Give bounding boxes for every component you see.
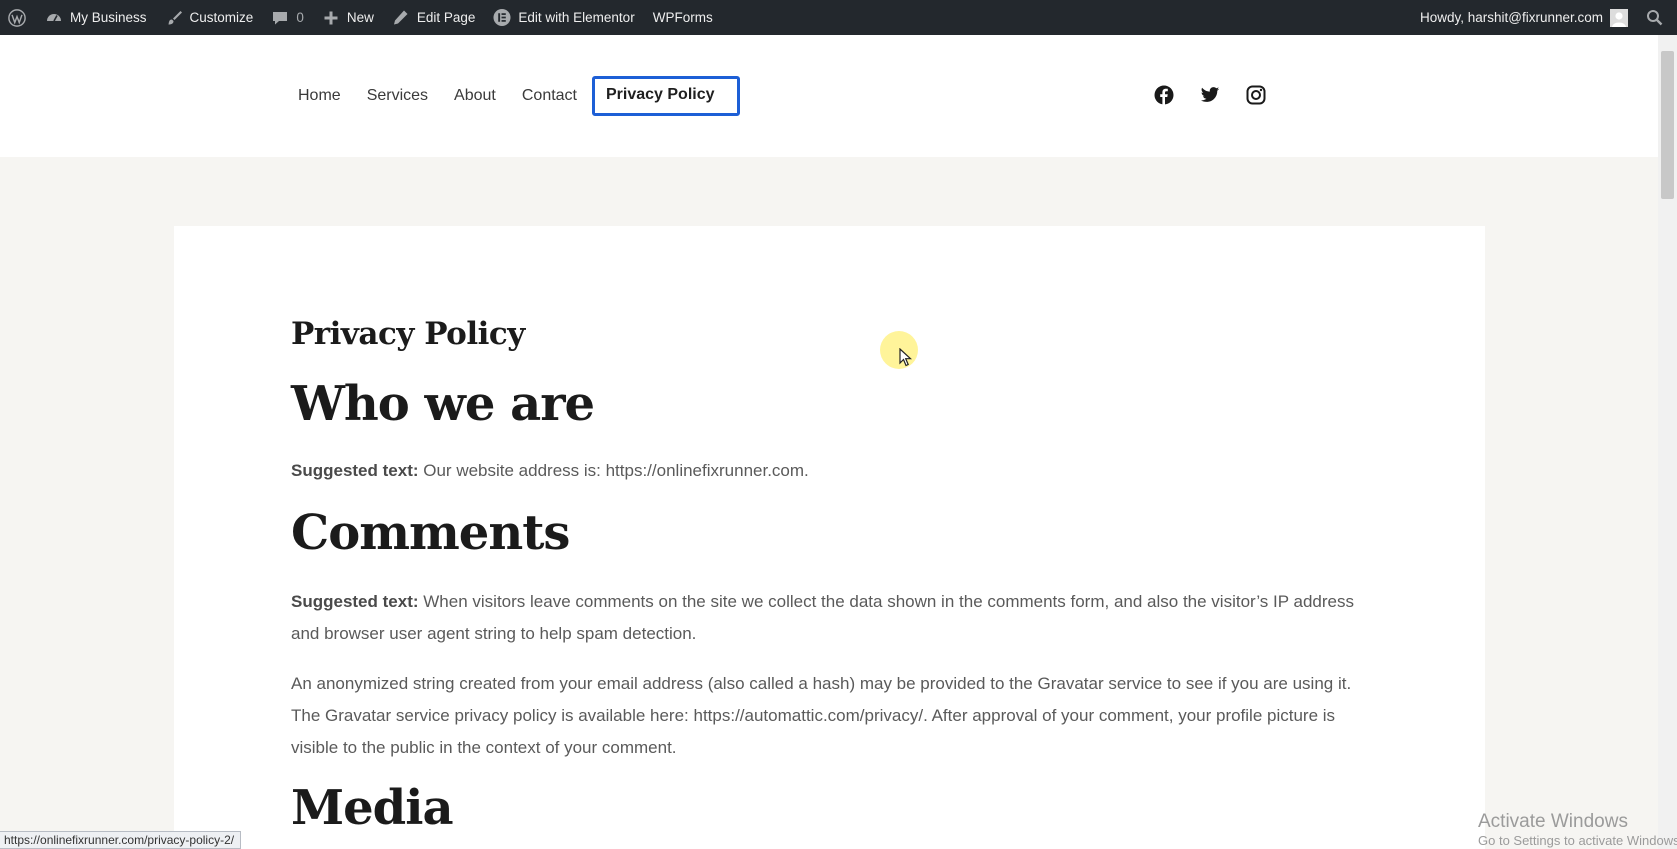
- mouse-pointer-icon: [899, 348, 912, 367]
- wpforms-label: WPForms: [652, 10, 713, 25]
- windows-activation-watermark: Activate Windows Go to Settings to activ…: [1478, 811, 1677, 849]
- who-we-are-heading: Who we are: [291, 376, 595, 432]
- entry-content: Privacy Policy Who we are Suggested text…: [291, 316, 1381, 834]
- account-menu[interactable]: Howdy, harshit@fixrunner.com: [1411, 0, 1637, 35]
- wpforms-menu[interactable]: WPForms: [644, 0, 722, 35]
- new-label: New: [346, 10, 374, 25]
- nav-item-services[interactable]: Services: [354, 77, 441, 115]
- content-card: Privacy Policy Who we are Suggested text…: [174, 226, 1485, 849]
- comments-button[interactable]: 0: [262, 0, 313, 35]
- primary-navigation: Home Services About Contact Privacy Poli…: [285, 76, 740, 116]
- nav-item-about[interactable]: About: [441, 77, 509, 115]
- plus-icon: [322, 9, 340, 27]
- suggested-text-label: Suggested text:: [291, 460, 419, 480]
- scrollbar-thumb[interactable]: [1661, 51, 1674, 199]
- nav-item-contact[interactable]: Contact: [509, 77, 590, 115]
- comments-text-1: When visitors leave comments on the site…: [291, 591, 1354, 643]
- avatar: [1610, 8, 1628, 27]
- who-we-are-paragraph: Suggested text: Our website address is: …: [291, 455, 1381, 487]
- comment-bubble-icon: [271, 9, 289, 27]
- pencil-icon: [392, 9, 410, 27]
- page-scrollbar[interactable]: [1658, 35, 1677, 849]
- comments-heading: Comments: [291, 504, 570, 561]
- search-icon: [1645, 9, 1663, 27]
- site-name-label: My Business: [70, 10, 147, 25]
- media-heading: Media: [291, 779, 454, 836]
- watermark-line-2: Go to Settings to activate Windows.: [1478, 833, 1677, 848]
- elementor-icon: [493, 8, 511, 27]
- edit-page-button[interactable]: Edit Page: [383, 0, 485, 35]
- customize-button[interactable]: Customize: [156, 0, 263, 35]
- edit-page-label: Edit Page: [416, 10, 476, 25]
- my-business-menu[interactable]: My Business: [36, 0, 156, 35]
- wp-admin-bar: My Business Customize 0 New Edit Page Ed…: [0, 0, 1677, 35]
- wordpress-logo-button[interactable]: [0, 0, 36, 35]
- who-we-are-text: Our website address is: https://onlinefi…: [418, 460, 809, 480]
- nav-item-home[interactable]: Home: [285, 77, 354, 115]
- facebook-icon[interactable]: [1154, 85, 1174, 105]
- edit-with-elementor-button[interactable]: Edit with Elementor: [484, 0, 643, 35]
- social-links: [1154, 85, 1266, 105]
- customize-label: Customize: [189, 10, 254, 25]
- admin-search-button[interactable]: [1637, 0, 1677, 35]
- dashboard-icon: [45, 9, 63, 27]
- watermark-line-1: Activate Windows: [1478, 811, 1628, 832]
- status-bar-url: https://onlinefixrunner.com/privacy-poli…: [0, 831, 242, 849]
- edit-elementor-label: Edit with Elementor: [518, 10, 635, 25]
- instagram-icon[interactable]: [1246, 85, 1266, 105]
- new-content-button[interactable]: New: [313, 0, 383, 35]
- site-header: Home Services About Contact Privacy Poli…: [0, 35, 1658, 157]
- suggested-text-label: Suggested text:: [291, 591, 419, 611]
- comments-paragraph-1: Suggested text: When visitors leave comm…: [291, 586, 1381, 650]
- howdy-label: Howdy, harshit@fixrunner.com: [1419, 10, 1603, 25]
- paintbrush-icon: [165, 9, 183, 27]
- wordpress-icon: [8, 8, 26, 27]
- nav-item-privacy-policy[interactable]: Privacy Policy: [592, 76, 740, 116]
- mouse-cursor-highlight: [880, 331, 918, 369]
- page-title: Privacy Policy: [291, 316, 525, 352]
- twitter-icon[interactable]: [1200, 85, 1220, 105]
- comments-count: 0: [296, 10, 304, 25]
- comments-paragraph-2: An anonymized string created from your e…: [291, 673, 1352, 757]
